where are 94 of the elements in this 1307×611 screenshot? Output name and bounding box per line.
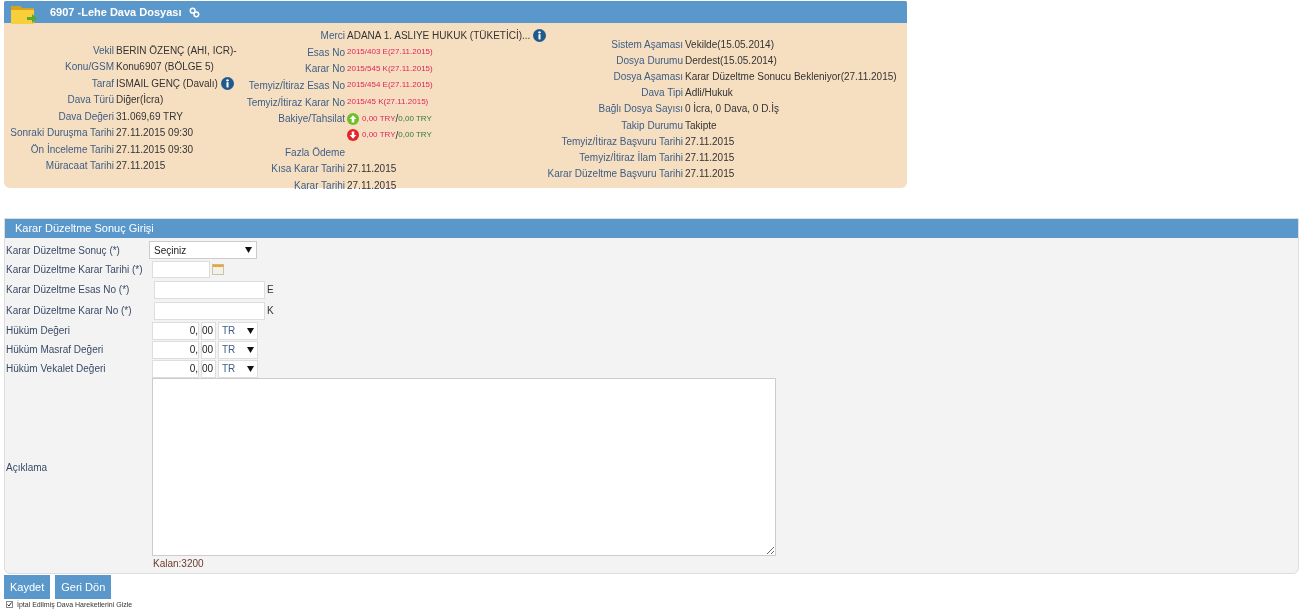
- debt-amount: 0,00 TRY: [362, 112, 396, 125]
- field-value: 27.11.2015: [685, 150, 735, 165]
- field-value: 27.11.2015 09:30: [116, 126, 194, 141]
- field-label: Merci: [320, 28, 345, 43]
- field-value: Karar Düzeltme Sonucu Bekleniyor(27.11.2015): [685, 69, 897, 84]
- file-title: 6907 -Lehe Dava Dosyası: [50, 4, 182, 20]
- field-value: 31.069,69 TRY: [116, 109, 183, 124]
- amount-field[interactable]: 0,: [152, 340, 199, 359]
- separator-text: /: [395, 128, 399, 143]
- paid-amount: 0,00 TRY: [398, 129, 432, 142]
- arrow-down-icon: [347, 129, 359, 142]
- field-label: Vekil: [92, 43, 114, 58]
- caret-icon: [247, 327, 254, 334]
- separator-text: /: [395, 112, 399, 127]
- currency-dropdown[interactable]: TR: [218, 340, 258, 359]
- field-label: Temyiz/İtiraz Karar No: [246, 95, 345, 110]
- field-label: Hüküm Masraf Değeri: [5, 343, 105, 357]
- result-dropdown[interactable]: Seçiniz: [149, 241, 257, 259]
- field-label: Karar Düzeltme Sonuç (*): [5, 243, 121, 258]
- field-label: Hüküm Değeri: [5, 324, 71, 338]
- field-value: 2015/403 E(27.11.2015): [347, 46, 433, 59]
- field-value: Diğer(İcra): [116, 92, 164, 108]
- link-icon[interactable]: [189, 6, 201, 18]
- caret-icon: [245, 247, 252, 253]
- field-value: 27.11.2015: [116, 159, 166, 174]
- field-label: Hüküm Vekalet Değeri: [5, 362, 107, 376]
- decimal-field[interactable]: 00: [201, 321, 216, 340]
- field-label: Dava Tipi: [641, 86, 683, 101]
- field-label: Karar Tarihi: [294, 179, 345, 194]
- field-label: Temyiz/İtiraz İlam Tarihi: [579, 150, 683, 165]
- field-label: Taraf: [91, 76, 114, 91]
- character-counter: Kalan:3200: [153, 557, 204, 571]
- field-value: BERIN ÖZENÇ (AHI, ICR)-: [116, 43, 237, 58]
- decimal-field[interactable]: 00: [201, 359, 216, 378]
- field-value: ADANA 1. ASLIYE HUKUK (TÜKETİCİ)...: [347, 28, 531, 43]
- field-value: Takipte: [685, 118, 717, 133]
- text-field[interactable]: [154, 301, 265, 320]
- field-value: ISMAIL GENÇ (Davalı): [116, 76, 218, 91]
- date-field[interactable]: [152, 261, 210, 278]
- field-label: Bağlı Dosya Sayısı: [598, 102, 683, 117]
- arrow-up-icon: [347, 112, 359, 125]
- field-value: 27.11.2015 09:30: [116, 142, 194, 157]
- field-label: Açıklama: [5, 460, 49, 475]
- field-label: Sistem Aşaması: [611, 37, 683, 52]
- field-label: Temyiz/İtiraz Başvuru Tarihi: [561, 134, 683, 149]
- field-value: 27.11.2015: [685, 134, 735, 149]
- description-area[interactable]: [152, 378, 776, 556]
- field-value: 2015/45 K(27.11.2015): [347, 96, 429, 109]
- amount-field[interactable]: 0,: [152, 321, 199, 340]
- field-label: Temyiz/İtiraz Esas No: [248, 78, 345, 93]
- field-label: Fazla Ödeme: [284, 145, 345, 160]
- currency-dropdown[interactable]: TR: [218, 321, 258, 340]
- decimal-field[interactable]: 00: [201, 340, 216, 359]
- suffix-text: E: [267, 283, 274, 297]
- field-label: Konu/GSM: [65, 60, 114, 75]
- field-label: Karar Düzeltme Karar No (*): [5, 304, 133, 318]
- info-icon[interactable]: [533, 28, 547, 42]
- field-label: Müracaat Tarihi: [45, 159, 114, 174]
- caret-icon: [247, 346, 254, 353]
- field-value: Derdest(15.05.2014): [685, 53, 777, 68]
- info-icon[interactable]: [220, 76, 234, 90]
- field-value: Adli/Hukuk: [685, 86, 733, 101]
- field-label: Bakiye/Tahsilat: [278, 112, 345, 127]
- amount-field[interactable]: 0,: [152, 359, 199, 378]
- field-label: Ön İnceleme Tarihi: [30, 142, 114, 157]
- paid-amount: 0,00 TRY: [398, 112, 432, 125]
- field-value: 2015/545 K(27.11.2015): [347, 62, 433, 75]
- field-label: Dosya Durumu: [616, 53, 683, 68]
- field-label: Dava Değeri: [58, 109, 114, 124]
- field-label: Esas No: [307, 45, 345, 60]
- calendar-icon[interactable]: [212, 264, 224, 275]
- field-label: Kısa Karar Tarihi: [271, 162, 345, 177]
- field-value: Konu6907 (BÖLGE 5): [116, 60, 214, 75]
- field-label: Karar Düzeltme Karar Tarihi (*): [5, 263, 144, 277]
- field-label: Dava Türü: [67, 93, 114, 108]
- field-value: 27.11.2015: [685, 167, 735, 182]
- field-label: Karar Düzeltme Esas No (*): [5, 283, 131, 297]
- field-label: Karar No: [305, 62, 345, 77]
- field-value: 2015/454 E(27.11.2015): [347, 79, 433, 92]
- field-label: Dosya Aşaması: [613, 69, 683, 84]
- field-label: Takip Durumu: [621, 118, 683, 133]
- section-title: Karar Düzeltme Sonuç Girişi: [5, 219, 1298, 238]
- text-field[interactable]: [154, 280, 265, 299]
- field-value: 27.11.2015: [347, 162, 397, 177]
- field-label: Karar Düzeltme Başvuru Tarihi: [547, 167, 683, 182]
- suffix-text: K: [267, 304, 274, 318]
- caret-icon: [247, 365, 254, 372]
- field-value: 27.11.2015: [347, 179, 397, 194]
- checkbox[interactable]: [6, 600, 13, 608]
- field-label: Sonraki Duruşma Tarihi: [10, 126, 114, 141]
- field-value: Vekilde(15.05.2014): [685, 37, 774, 52]
- field-value: 0 İcra, 0 Dava, 0 D.İş: [685, 101, 779, 117]
- debt-amount: 0,00 TRY: [362, 129, 396, 142]
- currency-dropdown[interactable]: TR: [218, 359, 258, 378]
